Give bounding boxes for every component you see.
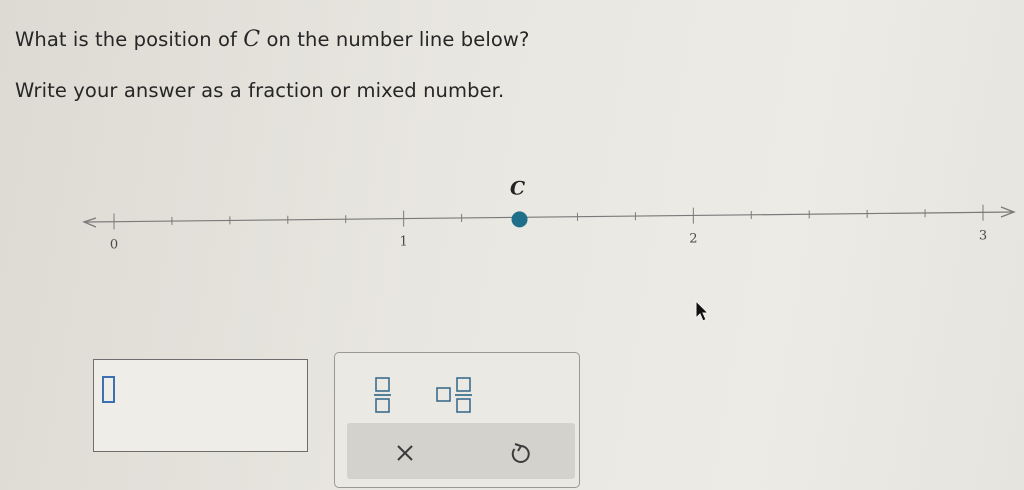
point-c-dot bbox=[511, 211, 528, 228]
question-variable: C bbox=[243, 27, 261, 52]
question-screen: What is the position of C on the number … bbox=[0, 0, 1024, 490]
number-line: 0 1 2 3 C bbox=[82, 177, 1016, 253]
number-line-labels: 0 1 2 3 bbox=[110, 229, 987, 253]
fraction-icon bbox=[374, 377, 391, 413]
mixed-number-button[interactable] bbox=[433, 375, 481, 415]
tick-label: 0 bbox=[110, 238, 118, 253]
point-c-label: C bbox=[510, 177, 525, 199]
tick-label: 1 bbox=[400, 235, 408, 250]
number-line-axis bbox=[82, 206, 1016, 228]
question-text: What is the position of C on the number … bbox=[15, 27, 529, 52]
fraction-button[interactable] bbox=[363, 375, 403, 415]
mouse-pointer-icon bbox=[695, 300, 710, 322]
question-prefix: What is the position of bbox=[15, 28, 244, 51]
clear-icon bbox=[397, 445, 413, 461]
question-suffix: on the number line below? bbox=[260, 28, 530, 51]
clear-button[interactable] bbox=[387, 435, 423, 471]
tick-label: 3 bbox=[979, 229, 987, 244]
answer-input[interactable] bbox=[93, 359, 308, 452]
point-c: C bbox=[510, 177, 528, 228]
math-keypad bbox=[334, 352, 580, 488]
keypad-action-bar bbox=[347, 423, 575, 479]
answer-placeholder-box[interactable] bbox=[102, 376, 115, 403]
instruction-text: Write your answer as a fraction or mixed… bbox=[15, 79, 505, 102]
mixed-number-icon bbox=[436, 377, 472, 413]
undo-button[interactable] bbox=[502, 435, 538, 471]
undo-icon bbox=[511, 443, 530, 463]
tick-label: 2 bbox=[689, 232, 697, 247]
